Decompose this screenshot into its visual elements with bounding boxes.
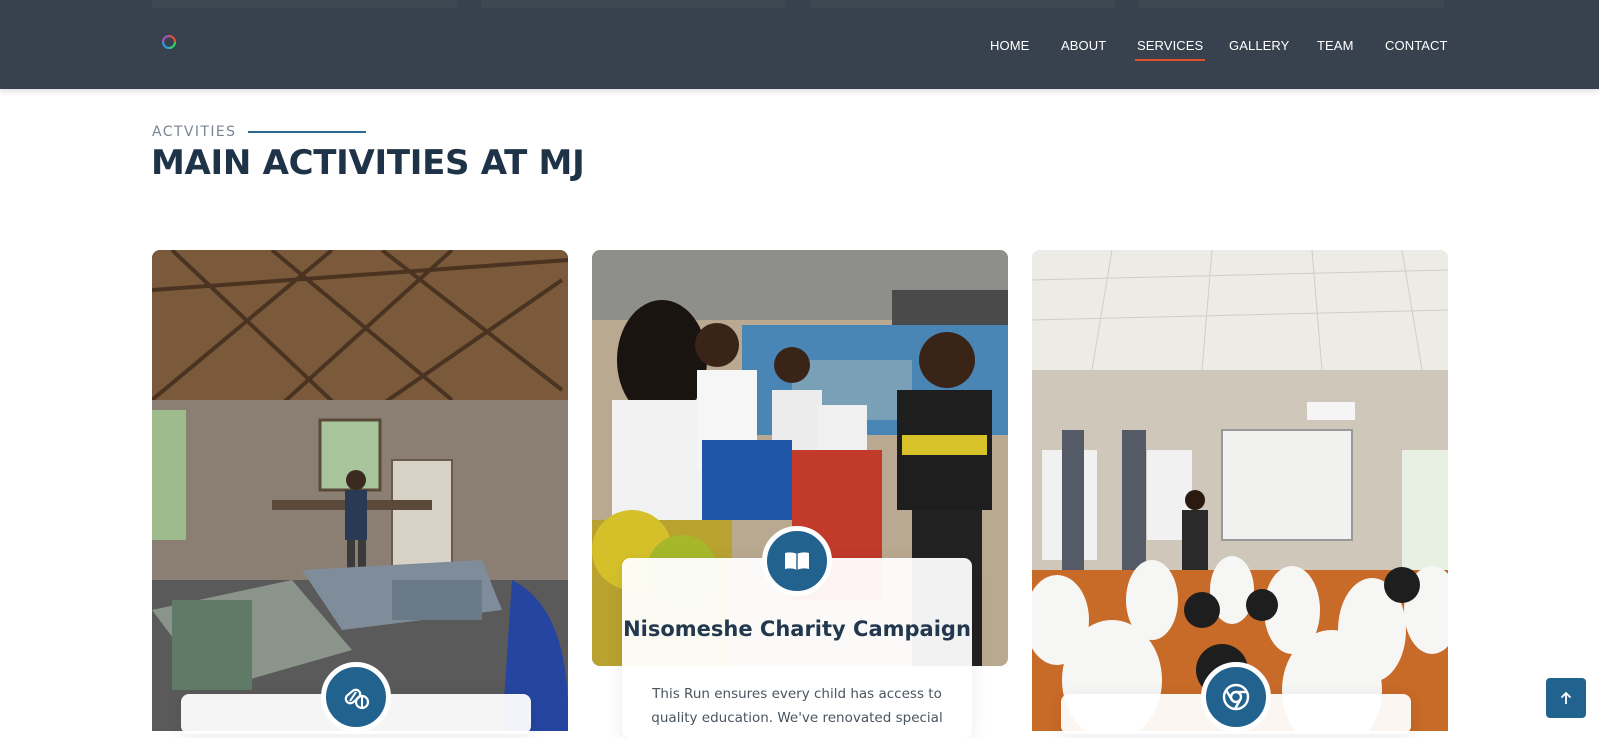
card-description: This Run ensures every child has access …: [651, 686, 943, 726]
card-info-box: [181, 662, 531, 734]
back-to-top-button[interactable]: [1546, 678, 1586, 718]
book-icon: [762, 526, 832, 596]
nav-gallery[interactable]: GALLERY: [1229, 38, 1289, 53]
top-strip: [810, 0, 1115, 8]
arrow-up-icon: [1560, 691, 1572, 704]
top-strip: [1139, 0, 1444, 8]
workshop-photo: [152, 250, 568, 731]
section-title: MAIN ACTIVITIES AT MJ: [151, 143, 585, 183]
logo-icon[interactable]: [162, 35, 176, 49]
nav-about[interactable]: ABOUT: [1061, 38, 1106, 53]
nav-contact[interactable]: CONTACT: [1385, 38, 1448, 53]
card-title: Nisomeshe Charity Campaign: [623, 617, 971, 641]
site-header: HOME ABOUT SERVICES GALLERY TEAM CONTACT: [0, 0, 1599, 89]
card-info-box: [1061, 662, 1411, 734]
pill-icon: [321, 662, 391, 732]
section-eyebrow: ACTVITIES: [152, 124, 367, 140]
eyebrow-label: ACTVITIES: [152, 124, 237, 140]
chrome-icon: [1201, 662, 1271, 732]
classroom-photo: [1032, 250, 1448, 731]
top-strip: [152, 0, 457, 8]
nav-services[interactable]: SERVICES: [1134, 38, 1206, 61]
nav-home[interactable]: HOME: [990, 38, 1029, 53]
eyebrow-divider: [248, 131, 367, 133]
top-strip: [481, 0, 786, 8]
nav-team[interactable]: TEAM: [1317, 38, 1354, 53]
card-info-box: Nisomeshe Charity Campaign This Run ensu…: [622, 526, 972, 738]
